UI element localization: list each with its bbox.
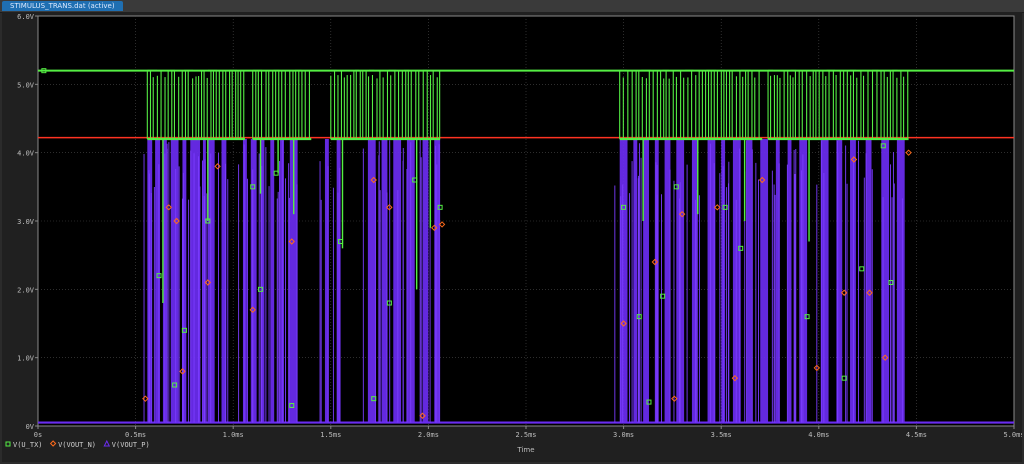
y-tick-label: 2.0V (17, 286, 35, 294)
x-tick-label: 1.5ms (320, 431, 341, 439)
series-voutp-pulse (664, 139, 671, 423)
legend-marker-tx (5, 441, 11, 447)
x-tick-label: 2.5ms (515, 431, 536, 439)
plot-panel: 0s 0.5ms 1.0ms 1.5ms 2.0ms 2.5ms 3.0ms 3.5ms 4.0… (2, 12, 1022, 462)
x-tick-label: 3.5ms (711, 431, 732, 439)
x-tick-label: 2.0ms (418, 431, 439, 439)
tab-stimulus-trans[interactable]: STIMULUS_TRANS.dat (active) (2, 1, 123, 11)
series-voutp-pulse (170, 139, 179, 423)
y-tick-label: 0V (26, 423, 35, 431)
y-tick-label: 6.0V (17, 13, 35, 21)
series-voutp-pulse (422, 139, 429, 423)
series-voutp-pulse (787, 139, 792, 423)
series-voutp-pulse (250, 139, 257, 423)
x-axis-label: Time (516, 446, 534, 454)
x-tick-label: 0.5ms (125, 431, 146, 439)
x-tick-label: 3.0ms (613, 431, 634, 439)
x-tick-label: 1.0ms (223, 431, 244, 439)
y-tick-label: 3.0V (17, 218, 35, 226)
waveform-plot: 0s 0.5ms 1.0ms 1.5ms 2.0ms 2.5ms 3.0ms 3.5ms 4.0… (5, 13, 1022, 454)
y-tick-label: 4.0V (17, 150, 35, 158)
series-voutp-pulse (270, 139, 275, 423)
x-tick-label: 4.0ms (808, 431, 829, 439)
series-voutp-pulse (633, 139, 638, 423)
x-tick-label: 5.0ms (1003, 431, 1022, 439)
series-voutp-pulse (280, 139, 284, 423)
legend-entry[interactable]: V(VOUT_N) (58, 441, 96, 449)
series-voutp-pulse (643, 139, 649, 423)
y-tick-label: 5.0V (17, 81, 35, 89)
legend-marker-voutn (49, 440, 57, 447)
series-voutp-pulse (242, 139, 247, 423)
series-voutp-pulse (746, 139, 753, 423)
series-voutp-pulse (381, 139, 388, 423)
series-voutp-pulse (850, 139, 856, 423)
legend-entry[interactable]: V(U_TX) (13, 441, 43, 449)
series-voutp-pulse (881, 139, 890, 423)
x-tick-label: 0s (34, 431, 42, 439)
series-voutp-pulse (896, 139, 905, 423)
y-tick-label: 1.0V (17, 355, 35, 363)
legend-marker-voutp (103, 439, 111, 447)
series-voutp-pulse (393, 139, 402, 423)
x-tick-label: 4.5ms (906, 431, 927, 439)
legend-entry[interactable]: V(VOUT_P) (112, 441, 150, 449)
legend[interactable]: V(U_TX) V(VOUT_N) V(VOUT_P) (5, 439, 150, 449)
